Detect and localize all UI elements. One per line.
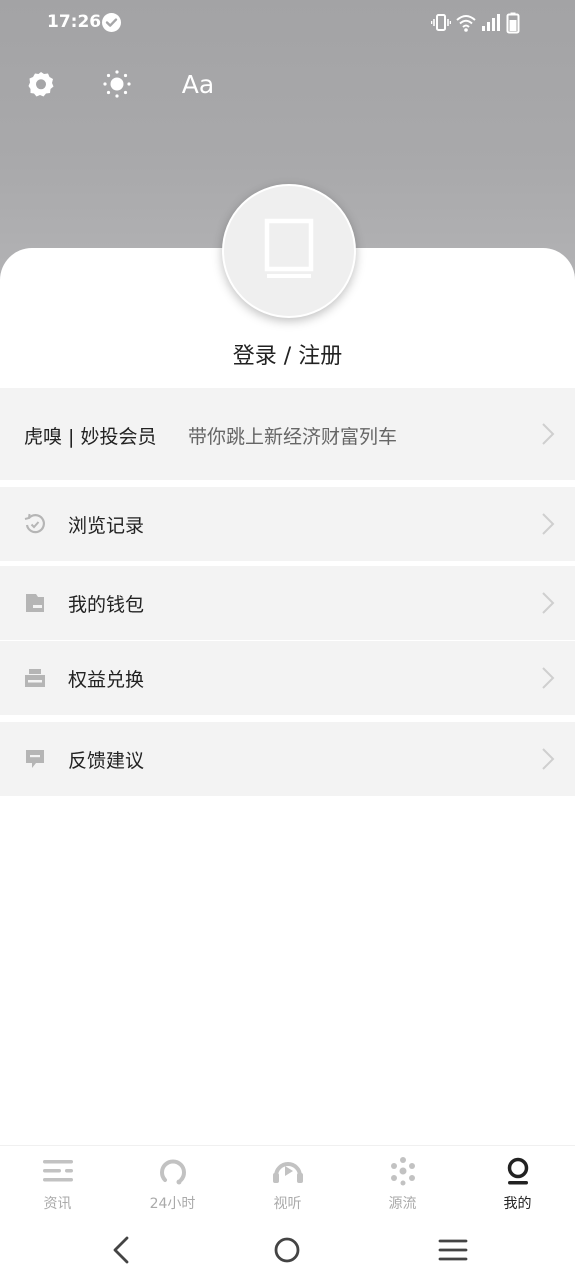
tab-source[interactable]: 源流 (345, 1146, 460, 1221)
chevron-right-icon (542, 513, 555, 535)
menu-item-rights-exchange[interactable]: 权益兑换 (0, 641, 575, 715)
clock-24-icon (160, 1159, 186, 1185)
signal-icon (481, 12, 501, 38)
header-toolbar: Aa (0, 60, 300, 110)
tab-label: 我的 (503, 1196, 532, 1212)
feedback-icon (26, 750, 44, 768)
brightness-button[interactable] (100, 60, 134, 108)
back-icon[interactable] (106, 1234, 138, 1266)
tab-label: 24小时 (149, 1196, 196, 1212)
font-size-button[interactable]: Aa (178, 60, 218, 108)
menu-item-browse-history[interactable]: 浏览记录 (0, 487, 575, 561)
gear-icon (28, 72, 54, 97)
bottom-tab-bar: 资讯 24小时 视听 源流 我的 (0, 1145, 575, 1221)
vip-membership-row[interactable]: 虎嗅 | 妙投会员 带你跳上新经济财富列车 (0, 388, 575, 480)
battery-icon (506, 12, 520, 38)
vip-subtitle: 带你跳上新经济财富列车 (188, 426, 398, 448)
chevron-right-icon (542, 423, 555, 445)
wifi-icon (455, 12, 477, 38)
tab-audio-video[interactable]: 视听 (230, 1146, 345, 1221)
menu-item-label: 反馈建议 (68, 750, 145, 772)
menu-item-label: 浏览记录 (68, 515, 145, 537)
menu-item-feedback[interactable]: 反馈建议 (0, 722, 575, 796)
chevron-right-icon (542, 748, 555, 770)
tab-mine[interactable]: 我的 (460, 1146, 575, 1221)
tab-label: 资讯 (43, 1196, 72, 1212)
book-placeholder-icon (264, 218, 314, 278)
avatar[interactable] (222, 184, 356, 318)
home-icon[interactable] (271, 1234, 303, 1266)
profile-icon (507, 1157, 529, 1185)
status-time: 17:26 (47, 12, 102, 32)
settings-button[interactable] (24, 60, 58, 108)
exchange-icon (25, 669, 45, 687)
tab-news[interactable]: 资讯 (0, 1146, 115, 1221)
menu-item-label: 我的钱包 (68, 594, 145, 616)
login-register-link[interactable]: 登录 / 注册 (0, 338, 575, 370)
check-circle-icon (102, 13, 121, 32)
vibrate-icon (430, 12, 452, 38)
tab-24-hours[interactable]: 24小时 (115, 1146, 230, 1221)
video-play-icon (273, 1162, 303, 1183)
chevron-right-icon (542, 592, 555, 614)
menu-item-my-wallet[interactable]: 我的钱包 (0, 566, 575, 640)
tab-label: 源流 (388, 1196, 417, 1212)
system-navigation-bar (0, 1220, 575, 1280)
tab-label: 视听 (273, 1196, 302, 1212)
vip-title: 虎嗅 | 妙投会员 (24, 426, 157, 448)
wallet-icon (26, 594, 44, 612)
source-icon (391, 1157, 415, 1186)
menu-item-label: 权益兑换 (68, 669, 145, 691)
history-icon (24, 513, 45, 534)
status-bar: 17:26 (0, 0, 575, 48)
menu-icon[interactable] (437, 1234, 469, 1266)
chevron-right-icon (542, 667, 555, 689)
sun-icon (103, 70, 131, 98)
status-icons (430, 12, 531, 38)
news-icon (43, 1160, 73, 1182)
